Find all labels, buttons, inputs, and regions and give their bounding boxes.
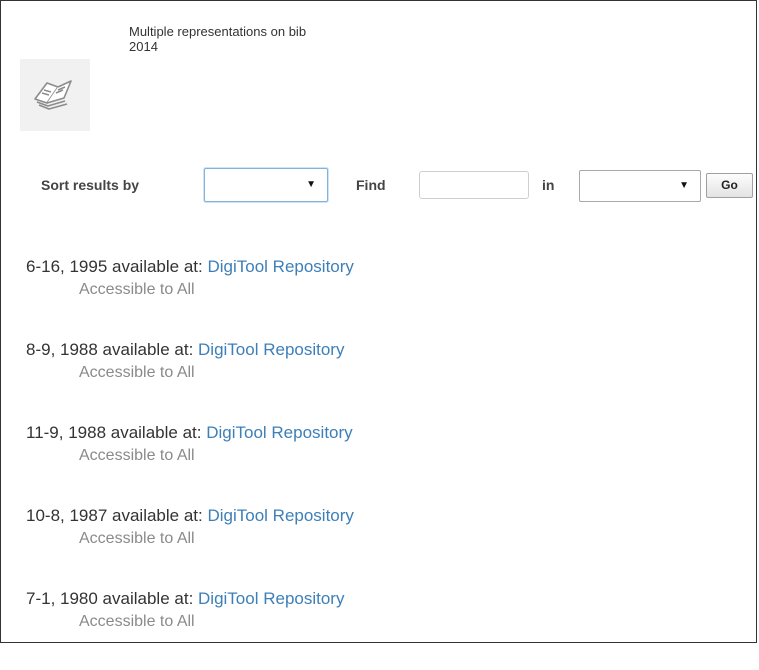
- result-dates: 8-9, 1988 available at:: [26, 340, 199, 359]
- result-dates: 10-8, 1987 available at:: [26, 506, 208, 525]
- record-year: 2014: [129, 39, 158, 54]
- list-item: 6-16, 1995 available at: DigiTool Reposi…: [26, 255, 726, 338]
- result-holding: 7-1, 1980 available at: DigiTool Reposit…: [26, 587, 726, 611]
- access-status: Accessible to All: [79, 447, 195, 464]
- chevron-down-icon: ▼: [679, 180, 689, 191]
- results-list: 6-16, 1995 available at: DigiTool Reposi…: [26, 255, 726, 670]
- repository-link[interactable]: DigiTool Repository: [207, 506, 353, 525]
- record-thumbnail[interactable]: [20, 59, 90, 131]
- go-button[interactable]: Go: [706, 173, 753, 198]
- list-item: 10-8, 1987 available at: DigiTool Reposi…: [26, 504, 726, 587]
- list-item: 7-1, 1980 available at: DigiTool Reposit…: [26, 587, 726, 670]
- open-book-icon: [31, 73, 79, 118]
- result-holding: 11-9, 1988 available at: DigiTool Reposi…: [26, 421, 726, 445]
- result-holding: 8-9, 1988 available at: DigiTool Reposit…: [26, 338, 726, 362]
- list-item: 8-9, 1988 available at: DigiTool Reposit…: [26, 338, 726, 421]
- access-status: Accessible to All: [79, 281, 195, 298]
- access-status: Accessible to All: [79, 364, 195, 381]
- chevron-down-icon: ▼: [306, 179, 316, 190]
- find-label: Find: [356, 177, 386, 193]
- access-status: Accessible to All: [79, 613, 195, 630]
- repository-link[interactable]: DigiTool Repository: [198, 340, 344, 359]
- record-title: Multiple representations on bib 2014: [129, 24, 429, 54]
- page-frame: Multiple representations on bib 2014 Sor…: [0, 0, 757, 643]
- record-title-text: Multiple representations on bib: [129, 24, 307, 39]
- repository-link[interactable]: DigiTool Repository: [198, 589, 344, 608]
- repository-link[interactable]: DigiTool Repository: [206, 423, 352, 442]
- result-dates: 6-16, 1995 available at:: [26, 257, 208, 276]
- result-dates: 11-9, 1988 available at:: [26, 423, 207, 442]
- access-status: Accessible to All: [79, 530, 195, 547]
- sort-label: Sort results by: [41, 177, 140, 193]
- result-holding: 10-8, 1987 available at: DigiTool Reposi…: [26, 504, 726, 528]
- in-label: in: [542, 177, 555, 193]
- list-item: 11-9, 1988 available at: DigiTool Reposi…: [26, 421, 726, 504]
- repository-link[interactable]: DigiTool Repository: [207, 257, 353, 276]
- results-toolbar: Sort results by ▼ Find in ▼ Go: [1, 167, 758, 207]
- result-dates: 7-1, 1980 available at:: [26, 589, 199, 608]
- find-field-select[interactable]: ▼: [579, 170, 701, 202]
- sort-select[interactable]: ▼: [204, 168, 328, 202]
- find-input[interactable]: [419, 171, 529, 199]
- result-holding: 6-16, 1995 available at: DigiTool Reposi…: [26, 255, 726, 279]
